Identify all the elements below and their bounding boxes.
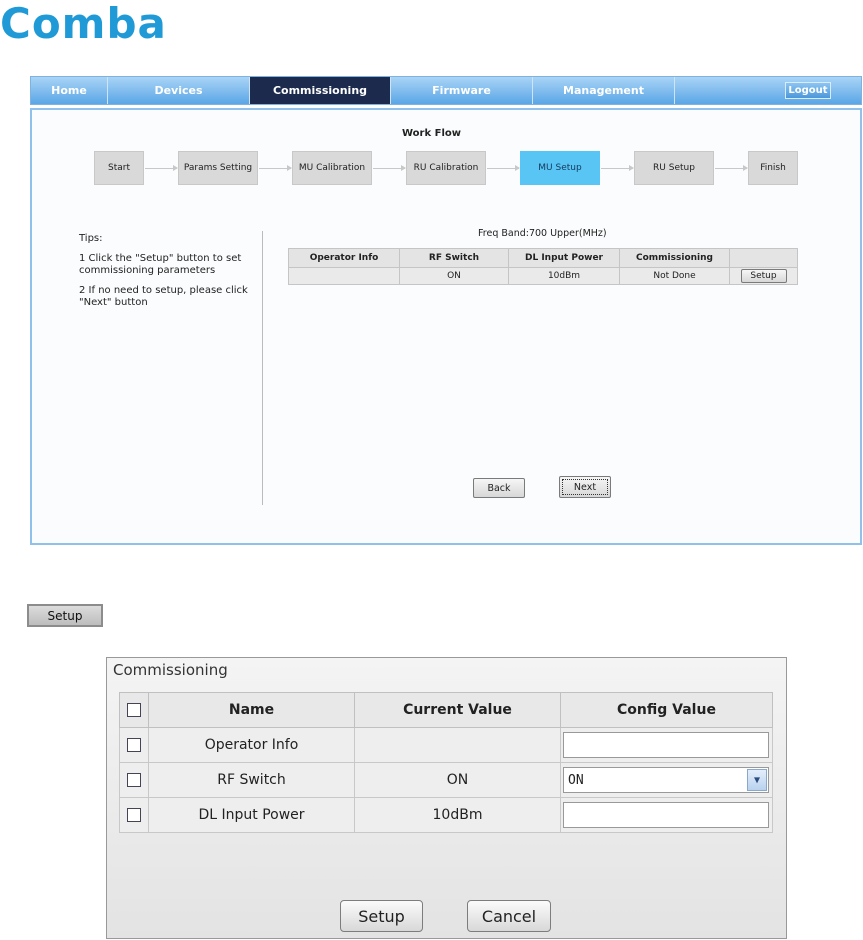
table-row: RF Switch ON ON ▼	[119, 762, 773, 798]
row-checkbox[interactable]	[127, 738, 141, 752]
arrow-icon	[715, 165, 748, 171]
column-header: Name	[148, 692, 355, 728]
current-value	[354, 727, 561, 763]
cell-rf-switch: ON	[399, 267, 509, 285]
column-header: RF Switch	[399, 248, 509, 268]
tip-item: 2 If no need to setup, please click "Nex…	[79, 285, 248, 308]
column-header: DL Input Power	[508, 248, 620, 268]
tips-panel: Tips: 1 Click the "Setup" button to set …	[79, 233, 254, 317]
row-checkbox[interactable]	[127, 808, 141, 822]
commissioning-table: Operator Info RF Switch DL Input Power C…	[288, 248, 798, 285]
tab-firmware[interactable]: Firmware	[391, 77, 533, 104]
select-all-checkbox[interactable]	[127, 703, 141, 717]
tip-item: 1 Click the "Setup" button to set commis…	[79, 253, 242, 276]
step-params-setting: Params Setting	[178, 151, 258, 185]
comba-logo: Comba	[0, 0, 167, 48]
table-row: DL Input Power 10dBm	[119, 797, 773, 833]
rf-switch-selected-value: ON	[568, 772, 584, 788]
arrow-icon	[145, 165, 178, 171]
cell-operator-info	[288, 267, 400, 285]
tab-devices[interactable]: Devices	[108, 77, 250, 104]
chevron-down-icon[interactable]: ▼	[747, 769, 767, 791]
step-ru-setup: RU Setup	[634, 151, 714, 185]
dl-input-power-input[interactable]	[563, 802, 769, 828]
dialog-title: Commissioning	[113, 661, 228, 679]
param-name: Operator Info	[148, 727, 355, 763]
step-finish: Finish	[748, 151, 798, 185]
freq-band-label: Freq Band:700 Upper(MHz)	[478, 228, 607, 239]
row-checkbox[interactable]	[127, 773, 141, 787]
arrow-icon	[373, 165, 406, 171]
back-button[interactable]: Back	[473, 478, 525, 498]
tab-commissioning[interactable]: Commissioning	[250, 77, 391, 104]
rf-switch-select[interactable]: ON ▼	[563, 767, 769, 793]
logout-button[interactable]: Logout	[785, 82, 831, 99]
dialog-setup-button[interactable]: Setup	[340, 900, 423, 932]
column-header: Current Value	[354, 692, 561, 728]
step-ru-calibration: RU Calibration	[406, 151, 486, 185]
arrow-icon	[487, 165, 520, 171]
param-name: DL Input Power	[148, 797, 355, 833]
setup-button[interactable]: Setup	[27, 604, 103, 627]
arrow-icon	[259, 165, 292, 171]
column-header: Config Value	[560, 692, 773, 728]
column-header: Operator Info	[288, 248, 400, 268]
table-row: Operator Info	[119, 727, 773, 763]
step-start: Start	[94, 151, 144, 185]
param-name: RF Switch	[148, 762, 355, 798]
tab-management[interactable]: Management	[533, 77, 675, 104]
operator-info-input[interactable]	[563, 732, 769, 758]
current-value: ON	[354, 762, 561, 798]
tab-home[interactable]: Home	[31, 77, 108, 104]
table-row: ON 10dBm Not Done Setup	[288, 267, 798, 285]
step-mu-setup: MU Setup	[520, 151, 600, 185]
dialog-table: Name Current Value Config Value Operator…	[119, 692, 773, 833]
current-value: 10dBm	[354, 797, 561, 833]
top-nav: Home Devices Commissioning Firmware Mana…	[30, 76, 862, 105]
cell-commissioning: Not Done	[619, 267, 730, 285]
column-header: Commissioning	[619, 248, 730, 268]
dialog-cancel-button[interactable]: Cancel	[467, 900, 551, 932]
divider	[262, 231, 263, 505]
step-mu-calibration: MU Calibration	[292, 151, 372, 185]
cell-dl-input-power: 10dBm	[508, 267, 620, 285]
setup-button[interactable]: Setup	[740, 269, 787, 283]
arrow-icon	[601, 165, 634, 171]
tips-heading: Tips:	[79, 233, 103, 244]
column-header	[729, 248, 798, 268]
next-button[interactable]: Next	[559, 476, 611, 498]
workflow-title: Work Flow	[402, 128, 461, 139]
